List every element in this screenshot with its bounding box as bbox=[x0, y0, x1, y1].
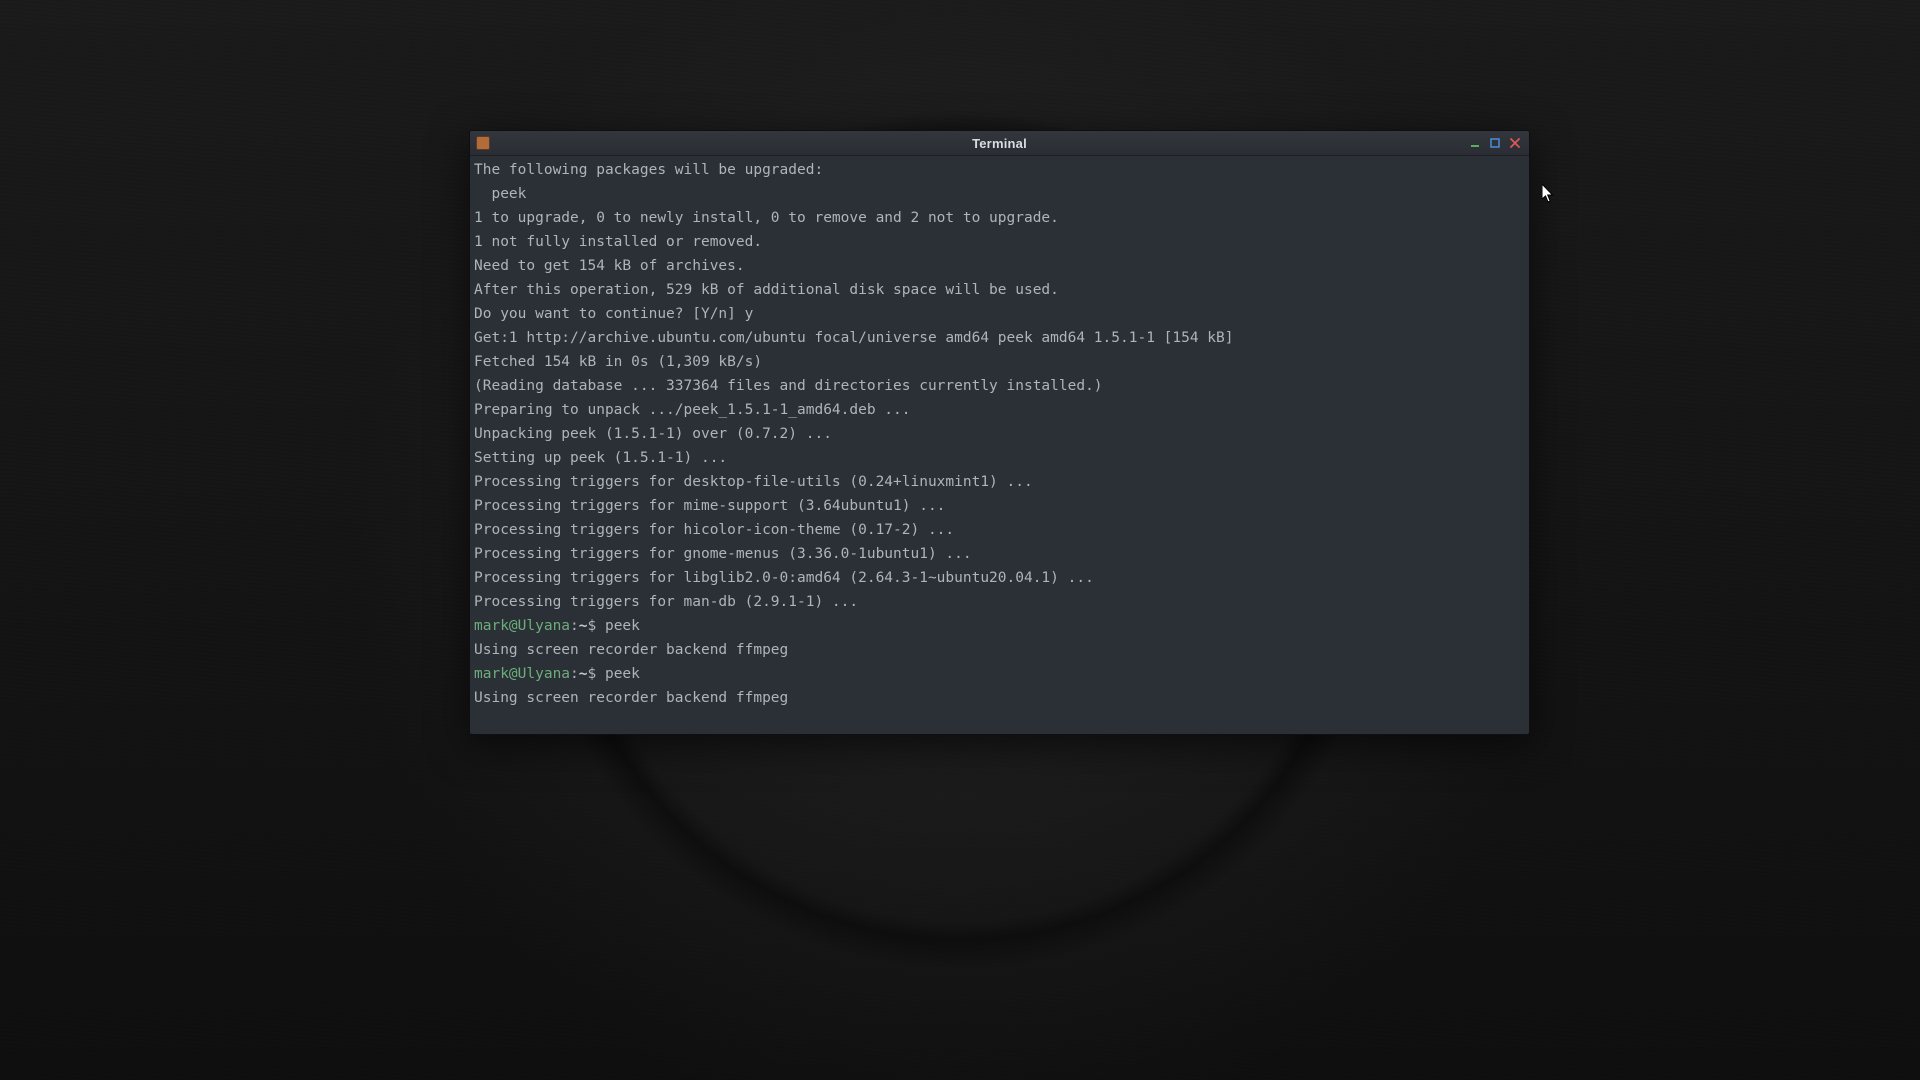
prompt-sep: : bbox=[570, 666, 579, 682]
terminal-app-icon bbox=[476, 136, 490, 150]
prompt-dollar: $ bbox=[588, 618, 605, 634]
prompt-userhost: mark@Ulyana bbox=[474, 666, 570, 682]
terminal-output-line: Processing triggers for hicolor-icon-the… bbox=[474, 518, 1525, 542]
terminal-output-line: 1 not fully installed or removed. bbox=[474, 230, 1525, 254]
terminal-output-line: Processing triggers for libglib2.0-0:amd… bbox=[474, 566, 1525, 590]
terminal-window[interactable]: Terminal The following packages will be … bbox=[469, 130, 1530, 735]
terminal-output-line: Unpacking peek (1.5.1-1) over (0.7.2) ..… bbox=[474, 422, 1525, 446]
terminal-output-line: Processing triggers for mime-support (3.… bbox=[474, 494, 1525, 518]
terminal-prompt-line: mark@Ulyana:~$ peek bbox=[474, 662, 1525, 686]
prompt-command: peek bbox=[605, 618, 640, 634]
terminal-output-line: (Reading database ... 337364 files and d… bbox=[474, 374, 1525, 398]
terminal-output-line: Get:1 http://archive.ubuntu.com/ubuntu f… bbox=[474, 326, 1525, 350]
terminal-output-line: 1 to upgrade, 0 to newly install, 0 to r… bbox=[474, 206, 1525, 230]
prompt-command: peek bbox=[605, 666, 640, 682]
terminal-output-line: Setting up peek (1.5.1-1) ... bbox=[474, 446, 1525, 470]
maximize-button[interactable] bbox=[1489, 137, 1501, 149]
terminal-output-line: The following packages will be upgraded: bbox=[474, 158, 1525, 182]
desktop: Terminal The following packages will be … bbox=[0, 0, 1920, 1080]
close-button[interactable] bbox=[1509, 137, 1521, 149]
terminal-output-line: peek bbox=[474, 182, 1525, 206]
prompt-path: ~ bbox=[579, 618, 588, 634]
window-controls bbox=[1469, 137, 1529, 149]
mouse-cursor-icon bbox=[1542, 184, 1555, 204]
prompt-sep: : bbox=[570, 618, 579, 634]
prompt-dollar: $ bbox=[588, 666, 605, 682]
terminal-output-line: Using screen recorder backend ffmpeg bbox=[474, 686, 1525, 710]
terminal-output-line: Do you want to continue? [Y/n] y bbox=[474, 302, 1525, 326]
terminal-output-line: Processing triggers for desktop-file-uti… bbox=[474, 470, 1525, 494]
prompt-userhost: mark@Ulyana bbox=[474, 618, 570, 634]
terminal-output-line: Preparing to unpack .../peek_1.5.1-1_amd… bbox=[474, 398, 1525, 422]
minimize-button[interactable] bbox=[1469, 137, 1481, 149]
window-title: Terminal bbox=[470, 136, 1529, 151]
terminal-content[interactable]: The following packages will be upgraded:… bbox=[470, 156, 1529, 734]
prompt-path: ~ bbox=[579, 666, 588, 682]
terminal-prompt-line: mark@Ulyana:~$ peek bbox=[474, 614, 1525, 638]
terminal-output-line: Processing triggers for gnome-menus (3.3… bbox=[474, 542, 1525, 566]
terminal-output-line: Need to get 154 kB of archives. bbox=[474, 254, 1525, 278]
terminal-output-line: After this operation, 529 kB of addition… bbox=[474, 278, 1525, 302]
terminal-output-line: Processing triggers for man-db (2.9.1-1)… bbox=[474, 590, 1525, 614]
terminal-output-line: Fetched 154 kB in 0s (1,309 kB/s) bbox=[474, 350, 1525, 374]
terminal-output-line: Using screen recorder backend ffmpeg bbox=[474, 638, 1525, 662]
titlebar[interactable]: Terminal bbox=[470, 131, 1529, 156]
